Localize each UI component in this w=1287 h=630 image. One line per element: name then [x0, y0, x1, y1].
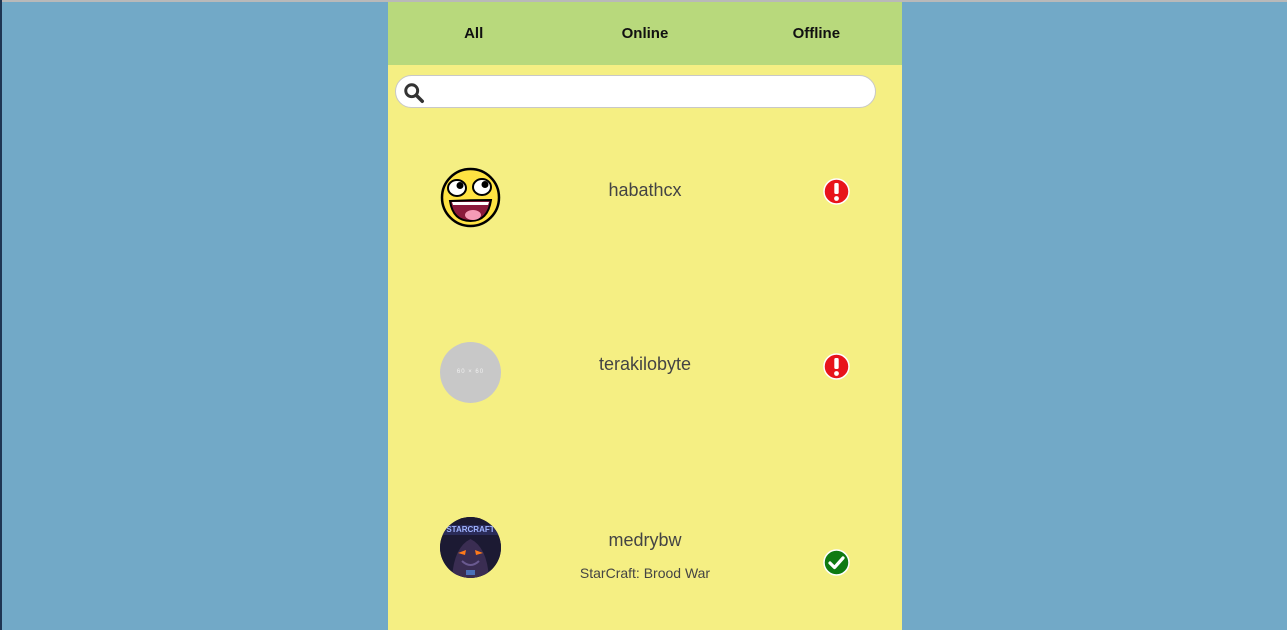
- awesome-face-avatar-icon: [440, 167, 501, 228]
- search-box[interactable]: [395, 75, 876, 108]
- user-row[interactable]: 60 × 60 terakilobyte: [388, 332, 902, 432]
- avatar: STARCRAFT: [440, 517, 501, 578]
- search-icon: [404, 83, 424, 103]
- offline-alert-icon: [823, 178, 850, 205]
- starcraft-avatar-icon: STARCRAFT: [440, 517, 501, 578]
- streamer-list-app: All Online Offline habathcx 60 × 60 tera…: [388, 2, 902, 630]
- avatar-placeholder-label: 60 × 60: [456, 369, 485, 375]
- tab-offline[interactable]: Offline: [731, 25, 902, 42]
- username: terakilobyte: [598, 354, 692, 374]
- user-row[interactable]: habathcx: [388, 157, 902, 257]
- tab-all[interactable]: All: [388, 25, 559, 42]
- tab-online[interactable]: Online: [559, 25, 730, 42]
- username: medrybw: [608, 530, 682, 550]
- username: habathcx: [608, 180, 682, 200]
- user-row[interactable]: STARCRAFT medrybw StarCraft: Brood War: [388, 507, 902, 607]
- current-game: StarCraft: Brood War: [579, 565, 711, 581]
- svg-text:STARCRAFT: STARCRAFT: [446, 525, 494, 534]
- search-input[interactable]: [430, 80, 864, 106]
- offline-alert-icon: [823, 353, 850, 380]
- filter-tabs: All Online Offline: [388, 2, 902, 65]
- online-check-icon: [823, 549, 850, 576]
- window-left-border: [0, 0, 2, 630]
- avatar: [440, 167, 501, 228]
- avatar-placeholder: 60 × 60: [440, 342, 501, 403]
